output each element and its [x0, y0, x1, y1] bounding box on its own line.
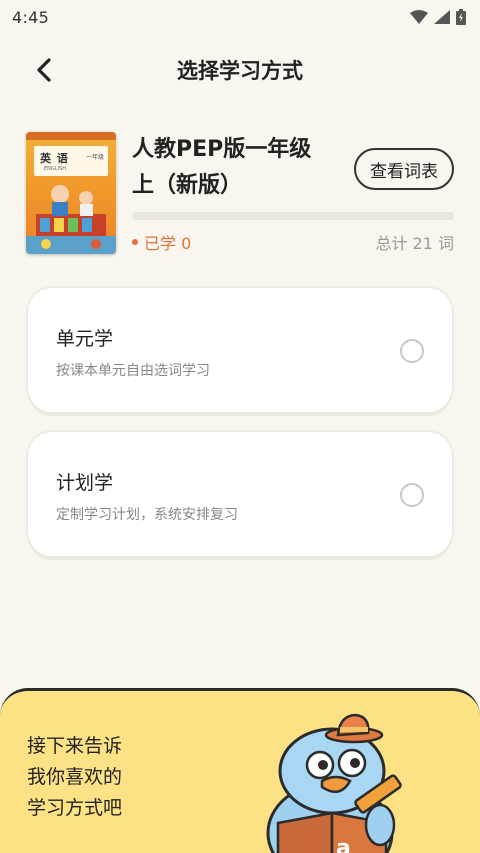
page-title: 选择学习方式	[177, 59, 303, 83]
back-button[interactable]	[28, 54, 60, 86]
status-time: 4:45	[12, 7, 50, 27]
option-radio[interactable]	[400, 483, 424, 507]
bird-reading-mascot-icon: a	[266, 713, 402, 853]
learned-dot-icon	[132, 239, 138, 245]
tip-line: 学习方式吧	[27, 797, 123, 819]
book-summary: 英 语 ENGLISH 一年级 人教PEP版一年级上（新版） 查看词表 已学 0…	[26, 132, 456, 256]
view-words-button[interactable]: 查看词表	[354, 148, 454, 190]
tip-line: 我你喜欢的	[27, 766, 123, 788]
learned-count: 已学 0	[132, 230, 191, 254]
status-icons	[410, 9, 466, 25]
total-count: 总计 21 词	[375, 234, 454, 253]
tip-line: 接下来告诉	[27, 735, 123, 757]
book-cover[interactable]: 英 语 ENGLISH 一年级	[26, 132, 116, 254]
chevron-left-icon	[37, 58, 51, 82]
option-unit-study[interactable]: 单元学 按课本单元自由选词学习	[28, 288, 452, 412]
option-radio[interactable]	[400, 339, 424, 363]
option-title: 计划学	[56, 472, 114, 494]
signal-icon	[434, 10, 450, 24]
learned-label: 已学 0	[144, 234, 192, 253]
option-title: 单元学	[56, 328, 114, 350]
cover-illustration	[26, 132, 116, 254]
option-plan-study[interactable]: 计划学 定制学习计划，系统安排复习	[28, 432, 452, 556]
tip-panel: 接下来告诉 我你喜欢的 学习方式吧 a	[0, 688, 480, 853]
book-name: 人教PEP版一年级上（新版）	[132, 137, 312, 198]
option-description: 按课本单元自由选词学习	[56, 363, 210, 379]
svg-text:a: a	[336, 836, 351, 853]
option-description: 定制学习计划，系统安排复习	[56, 507, 238, 523]
wifi-icon	[410, 10, 428, 24]
progress-bar	[132, 212, 454, 220]
tip-text: 接下来告诉 我你喜欢的 学习方式吧	[27, 731, 122, 824]
battery-icon	[456, 9, 466, 25]
status-bar: 4:45	[0, 0, 480, 34]
header: 选择学习方式	[0, 44, 480, 96]
